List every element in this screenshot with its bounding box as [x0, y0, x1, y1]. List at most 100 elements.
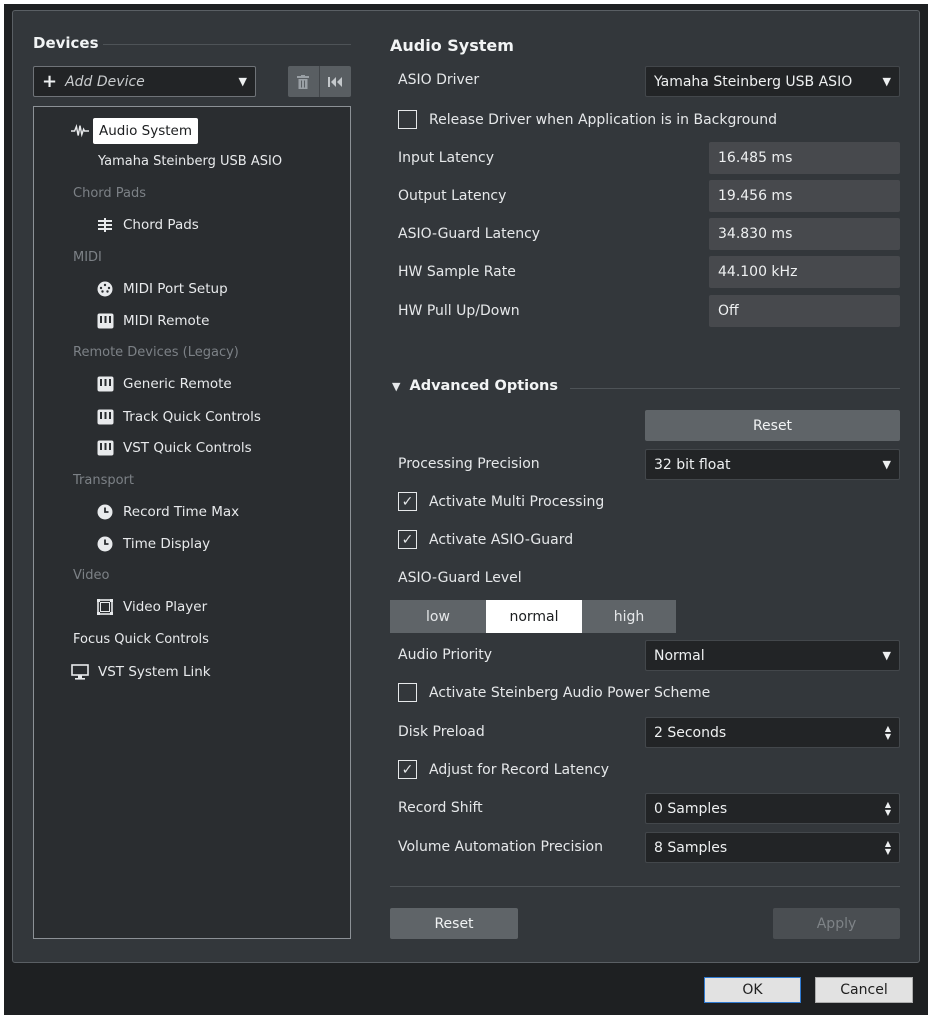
- add-device-dropdown[interactable]: + Add Device ▼: [33, 66, 256, 97]
- spinner-icon: ▲ ▼: [884, 723, 891, 741]
- triangle-down-icon: ▼: [392, 379, 401, 393]
- device-tool-buttons: [288, 66, 351, 97]
- release-driver-label: Release Driver when Application is in Ba…: [429, 111, 777, 128]
- disk-preload-label: Disk Preload: [398, 724, 485, 740]
- record-shift-label: Record Shift: [398, 800, 483, 816]
- output-latency-label: Output Latency: [398, 188, 507, 204]
- track-quick-controls-label: Track Quick Controls: [123, 409, 261, 425]
- volume-automation-stepper[interactable]: 8 Samples ▲ ▼: [645, 832, 900, 863]
- ok-button[interactable]: OK: [704, 977, 801, 1003]
- checkmark-icon: ✓: [401, 761, 414, 778]
- chevron-down-icon: ▼: [238, 75, 247, 88]
- tree-item-midi-port-setup[interactable]: MIDI Port Setup: [96, 280, 228, 298]
- advanced-options-toggle[interactable]: ▼ Advanced Options: [392, 378, 558, 394]
- audio-priority-dropdown[interactable]: Normal ▼: [645, 640, 900, 671]
- time-display-label: Time Display: [123, 536, 211, 552]
- power-scheme-row[interactable]: Activate Steinberg Audio Power Scheme: [398, 683, 710, 702]
- chevron-down-icon: ▼: [882, 649, 891, 662]
- power-scheme-label: Activate Steinberg Audio Power Scheme: [429, 684, 711, 701]
- bottom-divider: [390, 886, 900, 887]
- checkmark-icon: ✓: [401, 531, 414, 548]
- audio-priority-label: Audio Priority: [398, 647, 493, 663]
- activate-asio-guard-checkbox[interactable]: ✓: [398, 530, 417, 549]
- keyboard-icon: [96, 439, 114, 457]
- record-shift-stepper[interactable]: 0 Samples ▲ ▼: [645, 793, 900, 824]
- tree-item-focus-quick-controls[interactable]: Focus Quick Controls: [73, 632, 209, 647]
- midi-port-setup-label: MIDI Port Setup: [123, 281, 228, 297]
- tree-item-time-display[interactable]: Time Display: [96, 535, 210, 553]
- level-low-button[interactable]: low: [390, 600, 486, 633]
- reset-button[interactable]: Reset: [390, 908, 518, 939]
- vst-system-link-label: VST System Link: [98, 664, 211, 680]
- checkmark-icon: ✓: [401, 493, 414, 510]
- advanced-divider: [570, 388, 900, 389]
- tree-item-vst-system-link[interactable]: VST System Link: [71, 663, 211, 681]
- tree-item-audio-system[interactable]: Audio System: [71, 118, 199, 144]
- apply-button[interactable]: Apply: [773, 908, 900, 939]
- trash-icon[interactable]: [288, 66, 320, 97]
- release-driver-row[interactable]: Release Driver when Application is in Ba…: [398, 110, 777, 129]
- processing-precision-dropdown[interactable]: 32 bit float ▼: [645, 449, 900, 480]
- audio-priority-value: Normal: [654, 647, 705, 664]
- tree-category-remote-legacy: Remote Devices (Legacy): [73, 345, 239, 360]
- chord-pads-icon: [96, 216, 114, 234]
- waveform-icon: [71, 122, 89, 140]
- power-scheme-checkbox[interactable]: [398, 683, 417, 702]
- activate-multi-row[interactable]: ✓ Activate Multi Processing: [398, 492, 604, 511]
- midi-remote-label: MIDI Remote: [123, 313, 210, 329]
- plus-icon: +: [42, 71, 58, 92]
- level-normal-button[interactable]: normal: [486, 600, 582, 633]
- adjust-record-latency-checkbox[interactable]: ✓: [398, 760, 417, 779]
- asio-driver-label: ASIO Driver: [398, 72, 480, 88]
- input-latency-value: 16.485 ms: [709, 142, 900, 174]
- reset-advanced-button[interactable]: Reset: [645, 410, 900, 441]
- video-player-label: Video Player: [123, 599, 208, 615]
- activate-asio-guard-label: Activate ASIO-Guard: [429, 531, 574, 548]
- adjust-record-latency-row[interactable]: ✓ Adjust for Record Latency: [398, 760, 609, 779]
- tree-item-yamaha[interactable]: Yamaha Steinberg USB ASIO: [98, 154, 282, 169]
- asio-driver-value: Yamaha Steinberg USB ASIO: [654, 73, 853, 90]
- chevron-down-icon: ▼: [882, 75, 891, 88]
- tree-item-track-quick-controls[interactable]: Track Quick Controls: [96, 408, 261, 426]
- input-latency-label: Input Latency: [398, 150, 495, 166]
- advanced-options-title: Advanced Options: [409, 378, 559, 394]
- tree-item-record-time-max[interactable]: Record Time Max: [96, 503, 239, 521]
- chevron-down-icon: ▼: [882, 458, 891, 471]
- tree-category-chord-pads: Chord Pads: [73, 186, 147, 201]
- asio-guard-level-label: ASIO-Guard Level: [398, 570, 522, 586]
- volume-automation-value: 8 Samples: [654, 839, 728, 856]
- cancel-button[interactable]: Cancel: [815, 977, 913, 1003]
- asio-driver-dropdown[interactable]: Yamaha Steinberg USB ASIO ▼: [645, 66, 900, 97]
- generic-remote-label: Generic Remote: [123, 376, 232, 392]
- hw-pull-label: HW Pull Up/Down: [398, 303, 520, 319]
- level-high-button[interactable]: high: [582, 600, 676, 633]
- tree-category-video: Video: [73, 568, 110, 583]
- devices-divider: [103, 44, 351, 45]
- add-device-label: Add Device: [65, 73, 145, 90]
- processing-precision-value: 32 bit float: [654, 456, 731, 473]
- activate-multi-label: Activate Multi Processing: [429, 493, 605, 510]
- hw-sample-rate-label: HW Sample Rate: [398, 264, 516, 280]
- clock-icon: [96, 535, 114, 553]
- tree-item-video-player[interactable]: Video Player: [96, 598, 207, 616]
- vst-quick-controls-label: VST Quick Controls: [123, 440, 252, 456]
- activate-multi-checkbox[interactable]: ✓: [398, 492, 417, 511]
- tree-item-generic-remote[interactable]: Generic Remote: [96, 375, 232, 393]
- asio-guard-latency-label: ASIO-Guard Latency: [398, 226, 541, 242]
- tree-item-vst-quick-controls[interactable]: VST Quick Controls: [96, 439, 252, 457]
- spinner-icon: ▲ ▼: [884, 799, 891, 817]
- film-icon: [96, 598, 114, 616]
- release-driver-checkbox[interactable]: [398, 110, 417, 129]
- disk-preload-stepper[interactable]: 2 Seconds ▲ ▼: [645, 717, 900, 748]
- spinner-icon: ▲ ▼: [884, 838, 891, 856]
- asio-guard-latency-value: 34.830 ms: [709, 218, 900, 250]
- record-shift-value: 0 Samples: [654, 800, 728, 817]
- tree-item-midi-remote[interactable]: MIDI Remote: [96, 312, 209, 330]
- keyboard-icon: [96, 312, 114, 330]
- record-time-max-label: Record Time Max: [123, 504, 240, 520]
- volume-automation-label: Volume Automation Precision: [398, 839, 603, 855]
- activate-asio-guard-row[interactable]: ✓ Activate ASIO-Guard: [398, 530, 573, 549]
- tree-item-chord-pads[interactable]: Chord Pads: [96, 216, 199, 234]
- reset-device-icon[interactable]: [320, 66, 351, 97]
- tree-category-midi: MIDI: [73, 250, 102, 265]
